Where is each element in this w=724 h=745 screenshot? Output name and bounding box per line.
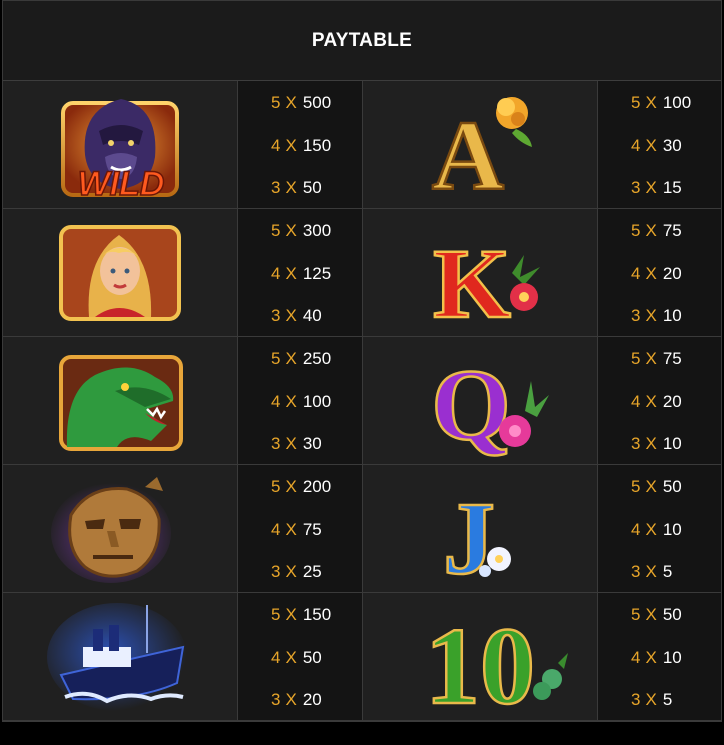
paytable-row: WILD 5 X 500 4 X 150 3 X 50 A 5 X 100 4 X 30 3 X 15 bbox=[3, 81, 721, 209]
payout-line: 4 X 20 bbox=[631, 264, 682, 283]
payout-cell: 5 X 100 4 X 30 3 X 15 bbox=[598, 81, 721, 209]
payout-line: 3X5 bbox=[631, 690, 673, 709]
payout-cell: 5 X 75 4 X 20 3 X 10 bbox=[598, 337, 721, 465]
payout-line: 4 X 50 bbox=[271, 648, 322, 667]
payout-line: 5 X 200 bbox=[271, 477, 332, 496]
paytable-row: 5 X 250 4 X 100 3 X 30 Q 5 X 75 4 X 20 3 X 10 bbox=[3, 337, 721, 465]
dinosaur-icon bbox=[59, 355, 183, 451]
letter-q-icon: Q bbox=[430, 348, 549, 461]
payout-line: 3 X 50 bbox=[271, 178, 322, 197]
paytable-panel: PAYTABLE WILD 5 X 500 4 X 150 3 X 50 A 5… bbox=[2, 0, 722, 722]
payout-line: 5 X 75 bbox=[631, 221, 682, 240]
symbol-cell: 10 bbox=[363, 593, 598, 721]
svg-text:A: A bbox=[432, 100, 504, 205]
symbol-cell bbox=[3, 209, 238, 337]
number-10-icon: 10 bbox=[424, 604, 568, 717]
symbol-cell: J bbox=[363, 465, 598, 593]
payout-cell: 5 X 500 4 X 150 3 X 50 bbox=[238, 81, 363, 209]
svg-text:10: 10 bbox=[425, 605, 535, 717]
payout-cell: 5 X 150 4 X 50 3 X 20 bbox=[238, 593, 363, 721]
payout-cell: 5 X 250 4 X 100 3 X 30 bbox=[238, 337, 363, 465]
letter-j-icon: J bbox=[442, 480, 511, 587]
payout-line: 3 X 25 bbox=[271, 562, 322, 581]
payout-line: 5 X 50 bbox=[631, 477, 682, 496]
payout-cell: 5 X 50 4 X 10 3X5 bbox=[598, 465, 721, 593]
payout-cell: 5 X 75 4 X 20 3 X 10 bbox=[598, 209, 721, 337]
payout-line: 4 X 20 bbox=[631, 392, 682, 411]
payout-line: 3 X 20 bbox=[271, 690, 322, 709]
payout-line: 4 X 100 bbox=[271, 392, 332, 411]
symbol-cell: K bbox=[363, 209, 598, 337]
payout-line: 5 X 100 bbox=[631, 93, 692, 112]
svg-text:K: K bbox=[433, 228, 511, 331]
payout-line: 3 X 15 bbox=[631, 178, 682, 197]
payout-cell: 5 X 200 4 X 75 3 X 25 bbox=[238, 465, 363, 593]
payout-line: 5 X 50 bbox=[631, 605, 682, 624]
symbol-cell: Q bbox=[363, 337, 598, 465]
payout-line: 5 X 500 bbox=[271, 93, 332, 112]
symbol-cell: WILD bbox=[3, 81, 238, 209]
letter-a-icon: A bbox=[431, 97, 532, 205]
payout-line: 4 X 10 bbox=[631, 648, 682, 667]
golden-mask-icon bbox=[51, 477, 171, 583]
payout-line: 3 X 10 bbox=[631, 434, 682, 453]
symbol-cell bbox=[3, 593, 238, 721]
payout-line: 3 X 30 bbox=[271, 434, 322, 453]
paytable-row: 5 X 300 4 X 125 3 X 40 K 5 X 75 4 X 20 3 X 10 bbox=[3, 209, 721, 337]
payout-line: 4 X 125 bbox=[271, 264, 332, 283]
paytable-row: 5 X 200 4 X 75 3 X 25 J 5 X 50 4 X 10 3X5 bbox=[3, 465, 721, 593]
payout-line: 5 X 250 bbox=[271, 349, 332, 368]
symbol-cell bbox=[3, 337, 238, 465]
paytable-row: 5 X 150 4 X 50 3 X 20 10 5 X 50 4 X 10 3X5 bbox=[3, 593, 721, 721]
steamship-icon bbox=[47, 603, 187, 711]
payout-line: 4 X 75 bbox=[271, 520, 322, 539]
letter-k-icon: K bbox=[432, 227, 540, 331]
symbol-cell: A bbox=[363, 81, 598, 209]
wild-text: WILD bbox=[78, 165, 165, 203]
payout-line: 5 X 150 bbox=[271, 605, 332, 624]
paytable-header: PAYTABLE bbox=[3, 1, 721, 81]
payout-line: 3 X 40 bbox=[271, 306, 322, 325]
payout-line: 3X5 bbox=[631, 562, 673, 581]
payout-cell: 5 X 300 4 X 125 3 X 40 bbox=[238, 209, 363, 337]
payout-line: 3 X 10 bbox=[631, 306, 682, 325]
payout-line: 4 X 150 bbox=[271, 136, 332, 155]
payout-line: 5 X 75 bbox=[631, 349, 682, 368]
symbol-cell bbox=[3, 465, 238, 593]
payout-line: 4 X 10 bbox=[631, 520, 682, 539]
payout-line: 5 X 300 bbox=[271, 221, 332, 240]
woman-portrait-icon bbox=[59, 225, 181, 321]
paytable-title: PAYTABLE bbox=[311, 29, 413, 51]
svg-text:Q: Q bbox=[431, 349, 510, 461]
wild-gorilla-icon: WILD bbox=[61, 99, 179, 204]
payout-cell: 5 X 50 4 X 10 3X5 bbox=[598, 593, 721, 721]
payout-line: 4 X 30 bbox=[631, 136, 682, 155]
